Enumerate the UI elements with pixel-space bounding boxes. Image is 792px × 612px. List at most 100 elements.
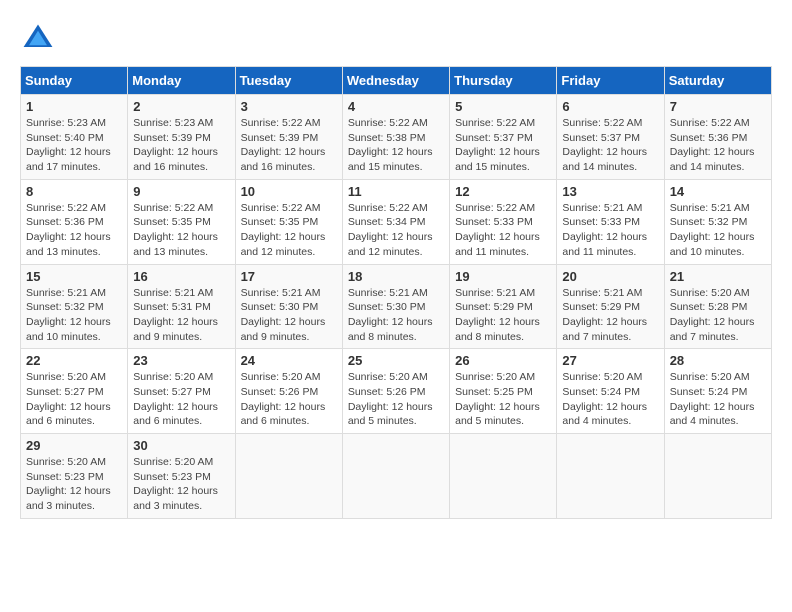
day-number: 22 xyxy=(26,353,122,368)
calendar-cell: 9Sunrise: 5:22 AMSunset: 5:35 PMDaylight… xyxy=(128,179,235,264)
calendar-cell: 14 Sunrise: 5:21 AMSunset: 5:32 PMDayligh… xyxy=(664,179,771,264)
day-number: 24 xyxy=(241,353,337,368)
day-number: 30 xyxy=(133,438,229,453)
calendar-week-row: 8Sunrise: 5:22 AMSunset: 5:36 PMDaylight… xyxy=(21,179,772,264)
calendar-cell: 24 Sunrise: 5:20 AMSunset: 5:26 PMDayligh… xyxy=(235,349,342,434)
day-info: Sunrise: 5:21 AMSunset: 5:33 PMDaylight:… xyxy=(562,201,658,260)
calendar-cell: 25 Sunrise: 5:20 AMSunset: 5:26 PMDayligh… xyxy=(342,349,449,434)
day-info: Sunrise: 5:22 AMSunset: 5:34 PMDaylight:… xyxy=(348,201,444,260)
calendar-cell: 1Sunrise: 5:23 AMSunset: 5:40 PMDaylight… xyxy=(21,95,128,180)
calendar-cell: 5 Sunrise: 5:22 AMSunset: 5:37 PMDaylight… xyxy=(450,95,557,180)
logo xyxy=(20,20,62,56)
day-number: 13 xyxy=(562,184,658,199)
day-number: 7 xyxy=(670,99,766,114)
calendar-cell: 20 Sunrise: 5:21 AMSunset: 5:29 PMDayligh… xyxy=(557,264,664,349)
day-number: 6 xyxy=(562,99,658,114)
weekday-header-friday: Friday xyxy=(557,67,664,95)
day-info: Sunrise: 5:21 AMSunset: 5:29 PMDaylight:… xyxy=(562,286,658,345)
calendar-cell xyxy=(557,434,664,519)
calendar-table: SundayMondayTuesdayWednesdayThursdayFrid… xyxy=(20,66,772,519)
day-info: Sunrise: 5:22 AMSunset: 5:37 PMDaylight:… xyxy=(455,116,551,175)
weekday-header-thursday: Thursday xyxy=(450,67,557,95)
day-number: 2 xyxy=(133,99,229,114)
day-number: 28 xyxy=(670,353,766,368)
day-info: Sunrise: 5:22 AMSunset: 5:35 PMDaylight:… xyxy=(241,201,337,260)
calendar-week-row: 22 Sunrise: 5:20 AMSunset: 5:27 PMDayligh… xyxy=(21,349,772,434)
day-number: 21 xyxy=(670,269,766,284)
day-info: Sunrise: 5:22 AMSunset: 5:38 PMDaylight:… xyxy=(348,116,444,175)
day-number: 20 xyxy=(562,269,658,284)
day-number: 1 xyxy=(26,99,122,114)
day-number: 27 xyxy=(562,353,658,368)
calendar-cell: 17 Sunrise: 5:21 AMSunset: 5:30 PMDayligh… xyxy=(235,264,342,349)
day-info: Sunrise: 5:20 AMSunset: 5:27 PMDaylight:… xyxy=(26,370,122,429)
calendar-cell: 22 Sunrise: 5:20 AMSunset: 5:27 PMDayligh… xyxy=(21,349,128,434)
day-info: Sunrise: 5:21 AMSunset: 5:29 PMDaylight:… xyxy=(455,286,551,345)
weekday-header-tuesday: Tuesday xyxy=(235,67,342,95)
calendar-cell: 2Sunrise: 5:23 AMSunset: 5:39 PMDaylight… xyxy=(128,95,235,180)
day-info: Sunrise: 5:20 AMSunset: 5:26 PMDaylight:… xyxy=(348,370,444,429)
day-number: 10 xyxy=(241,184,337,199)
page-header xyxy=(20,20,772,56)
day-number: 15 xyxy=(26,269,122,284)
day-number: 9 xyxy=(133,184,229,199)
calendar-cell xyxy=(235,434,342,519)
day-number: 26 xyxy=(455,353,551,368)
day-number: 19 xyxy=(455,269,551,284)
weekday-header-monday: Monday xyxy=(128,67,235,95)
calendar-cell: 23 Sunrise: 5:20 AMSunset: 5:27 PMDayligh… xyxy=(128,349,235,434)
calendar-cell: 28 Sunrise: 5:20 AMSunset: 5:24 PMDayligh… xyxy=(664,349,771,434)
calendar-cell: 11 Sunrise: 5:22 AMSunset: 5:34 PMDayligh… xyxy=(342,179,449,264)
day-number: 29 xyxy=(26,438,122,453)
weekday-header-saturday: Saturday xyxy=(664,67,771,95)
day-number: 3 xyxy=(241,99,337,114)
calendar-cell: 7 Sunrise: 5:22 AMSunset: 5:36 PMDaylight… xyxy=(664,95,771,180)
day-info: Sunrise: 5:22 AMSunset: 5:37 PMDaylight:… xyxy=(562,116,658,175)
day-info: Sunrise: 5:20 AMSunset: 5:26 PMDaylight:… xyxy=(241,370,337,429)
day-info: Sunrise: 5:22 AMSunset: 5:36 PMDaylight:… xyxy=(670,116,766,175)
weekday-header-sunday: Sunday xyxy=(21,67,128,95)
day-info: Sunrise: 5:20 AMSunset: 5:25 PMDaylight:… xyxy=(455,370,551,429)
calendar-cell xyxy=(450,434,557,519)
day-number: 17 xyxy=(241,269,337,284)
calendar-cell: 26 Sunrise: 5:20 AMSunset: 5:25 PMDayligh… xyxy=(450,349,557,434)
day-info: Sunrise: 5:20 AMSunset: 5:24 PMDaylight:… xyxy=(562,370,658,429)
calendar-cell: 6 Sunrise: 5:22 AMSunset: 5:37 PMDaylight… xyxy=(557,95,664,180)
calendar-cell: 10 Sunrise: 5:22 AMSunset: 5:35 PMDayligh… xyxy=(235,179,342,264)
calendar-cell: 4 Sunrise: 5:22 AMSunset: 5:38 PMDaylight… xyxy=(342,95,449,180)
day-number: 18 xyxy=(348,269,444,284)
day-info: Sunrise: 5:20 AMSunset: 5:23 PMDaylight:… xyxy=(26,455,122,514)
calendar-cell: 3 Sunrise: 5:22 AMSunset: 5:39 PMDaylight… xyxy=(235,95,342,180)
day-number: 5 xyxy=(455,99,551,114)
calendar-cell: 27 Sunrise: 5:20 AMSunset: 5:24 PMDayligh… xyxy=(557,349,664,434)
day-number: 25 xyxy=(348,353,444,368)
day-info: Sunrise: 5:21 AMSunset: 5:30 PMDaylight:… xyxy=(348,286,444,345)
day-info: Sunrise: 5:20 AMSunset: 5:27 PMDaylight:… xyxy=(133,370,229,429)
calendar-cell: 29 Sunrise: 5:20 AMSunset: 5:23 PMDayligh… xyxy=(21,434,128,519)
calendar-cell: 18 Sunrise: 5:21 AMSunset: 5:30 PMDayligh… xyxy=(342,264,449,349)
calendar-cell: 12Sunrise: 5:22 AMSunset: 5:33 PMDayligh… xyxy=(450,179,557,264)
day-info: Sunrise: 5:22 AMSunset: 5:39 PMDaylight:… xyxy=(241,116,337,175)
day-number: 11 xyxy=(348,184,444,199)
day-number: 14 xyxy=(670,184,766,199)
day-number: 8 xyxy=(26,184,122,199)
day-info: Sunrise: 5:20 AMSunset: 5:24 PMDaylight:… xyxy=(670,370,766,429)
calendar-cell: 19 Sunrise: 5:21 AMSunset: 5:29 PMDayligh… xyxy=(450,264,557,349)
weekday-header-wednesday: Wednesday xyxy=(342,67,449,95)
calendar-header-row: SundayMondayTuesdayWednesdayThursdayFrid… xyxy=(21,67,772,95)
day-number: 4 xyxy=(348,99,444,114)
logo-icon xyxy=(20,20,56,56)
calendar-cell xyxy=(342,434,449,519)
day-info: Sunrise: 5:21 AMSunset: 5:30 PMDaylight:… xyxy=(241,286,337,345)
calendar-week-row: 29 Sunrise: 5:20 AMSunset: 5:23 PMDayligh… xyxy=(21,434,772,519)
day-number: 12 xyxy=(455,184,551,199)
calendar-cell: 8Sunrise: 5:22 AMSunset: 5:36 PMDaylight… xyxy=(21,179,128,264)
day-number: 16 xyxy=(133,269,229,284)
day-number: 23 xyxy=(133,353,229,368)
calendar-week-row: 15Sunrise: 5:21 AMSunset: 5:32 PMDayligh… xyxy=(21,264,772,349)
day-info: Sunrise: 5:21 AMSunset: 5:32 PMDaylight:… xyxy=(670,201,766,260)
calendar-week-row: 1Sunrise: 5:23 AMSunset: 5:40 PMDaylight… xyxy=(21,95,772,180)
calendar-cell: 16Sunrise: 5:21 AMSunset: 5:31 PMDayligh… xyxy=(128,264,235,349)
calendar-cell: 13 Sunrise: 5:21 AMSunset: 5:33 PMDayligh… xyxy=(557,179,664,264)
calendar-cell: 21Sunrise: 5:20 AMSunset: 5:28 PMDayligh… xyxy=(664,264,771,349)
